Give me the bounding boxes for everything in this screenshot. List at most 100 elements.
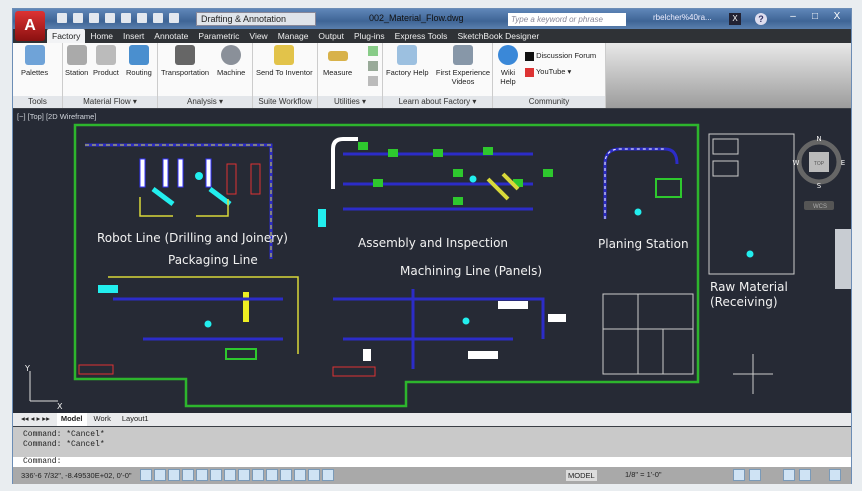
grid-toggle[interactable]	[168, 469, 180, 481]
product-button[interactable]: Product	[93, 45, 119, 77]
button-label: Discussion Forum	[536, 51, 597, 60]
first-experience-videos-button[interactable]: First Experience Videos	[435, 45, 491, 86]
measure-button[interactable]: Measure	[323, 45, 352, 77]
station-icon	[66, 45, 87, 65]
exchange-icon[interactable]: X	[729, 13, 741, 25]
viewcube[interactable]: TOP N S E W WCS	[793, 135, 846, 210]
polar-toggle[interactable]	[196, 469, 208, 481]
transparency-toggle[interactable]	[294, 469, 306, 481]
user-account[interactable]: rbelcher%40ra...	[653, 13, 712, 22]
drawing-viewport[interactable]: [−] [Top] [2D Wireframe] Robot Line (Dri…	[13, 109, 851, 413]
wiki-help-button[interactable]: Wiki Help	[496, 45, 520, 86]
raw-material-layout	[708, 133, 795, 394]
tab-factory[interactable]: Factory	[47, 29, 86, 43]
button-label: Station	[65, 68, 89, 77]
autocad-window: Drafting & Annotation 002_Material_Flow.…	[12, 8, 852, 484]
dyn-toggle[interactable]	[266, 469, 278, 481]
snap-toggle[interactable]	[154, 469, 166, 481]
tab-output[interactable]: Output	[313, 29, 349, 43]
area-label: Robot Line (Drilling and Joinery)	[97, 231, 288, 245]
tab-work[interactable]: Work	[90, 413, 115, 426]
navigation-bar[interactable]	[835, 229, 851, 289]
drawing-canvas: Robot Line (Drilling and Joinery) Packag…	[24, 123, 846, 411]
search-input[interactable]: Type a keyword or phrase	[508, 13, 626, 26]
quick-properties-toggle[interactable]	[308, 469, 320, 481]
annotation-scale[interactable]: 1/8" = 1'-0"	[625, 470, 662, 479]
utility-icon[interactable]	[368, 61, 378, 71]
tab-sketchbook-designer[interactable]: SketchBook Designer	[452, 29, 544, 43]
station-button[interactable]: Station	[65, 45, 88, 77]
status-bar: 336'-6 7/32", -8.49530E+02, 0'-0" MODEL …	[13, 467, 851, 484]
application-menu-button[interactable]: A	[15, 11, 45, 41]
lock-icon[interactable]	[749, 469, 761, 481]
hardware-acceleration-icon[interactable]	[783, 469, 795, 481]
otrack-toggle[interactable]	[238, 469, 250, 481]
routing-button[interactable]: Routing	[126, 45, 152, 77]
forum-icon	[525, 51, 534, 61]
tab-annotate[interactable]: Annotate	[149, 29, 193, 43]
area-label: Assembly and Inspection	[358, 236, 508, 250]
discussion-forum-link[interactable]: Discussion Forum	[525, 51, 596, 61]
button-label: Wiki Help	[500, 68, 516, 86]
viewport-controls[interactable]: [−] [Top] [2D Wireframe]	[17, 112, 96, 121]
maximize-button[interactable]: □	[805, 11, 825, 22]
tab-insert[interactable]: Insert	[118, 29, 149, 43]
tab-parametric[interactable]: Parametric	[193, 29, 244, 43]
isolate-objects-icon[interactable]	[799, 469, 811, 481]
utility-icon[interactable]	[368, 46, 378, 56]
viewcube-face: TOP	[814, 161, 825, 167]
area-label: Raw Material	[710, 280, 788, 294]
tab-express-tools[interactable]: Express Tools	[390, 29, 453, 43]
button-label: Send To Inventor	[256, 68, 313, 77]
command-input[interactable]: Command:	[13, 457, 851, 467]
model-space-button[interactable]: MODEL	[566, 470, 597, 481]
minimize-button[interactable]: –	[783, 11, 803, 22]
workspace-switch-icon[interactable]	[733, 469, 745, 481]
title-bar: Drafting & Annotation 002_Material_Flow.…	[13, 9, 851, 29]
tab-plugins[interactable]: Plug-ins	[349, 29, 390, 43]
ucs-y-label: Y	[24, 364, 30, 373]
3dosnap-toggle[interactable]	[224, 469, 236, 481]
tab-manage[interactable]: Manage	[273, 29, 314, 43]
transportation-button[interactable]: Transportation	[161, 45, 209, 77]
machine-button[interactable]: Machine	[217, 45, 245, 77]
workspace-dropdown[interactable]: Drafting & Annotation	[196, 12, 316, 26]
packaging-layout	[78, 276, 299, 375]
ribbon: Palettes Tools Station Product Routing M…	[13, 43, 851, 108]
selection-cycling-toggle[interactable]	[322, 469, 334, 481]
panel-label[interactable]: Learn about Factory ▾	[383, 96, 492, 108]
osnap-toggle[interactable]	[210, 469, 222, 481]
send-to-inventor-button[interactable]: Send To Inventor	[256, 45, 313, 77]
tab-home[interactable]: Home	[85, 29, 118, 43]
help-icon[interactable]: ?	[755, 13, 767, 25]
tab-model[interactable]: Model	[56, 413, 87, 426]
factory-help-button[interactable]: Factory Help	[386, 45, 429, 77]
tab-layout1[interactable]: Layout1	[118, 413, 153, 426]
ortho-toggle[interactable]	[182, 469, 194, 481]
clean-screen-icon[interactable]	[829, 469, 841, 481]
ducs-toggle[interactable]	[252, 469, 264, 481]
panel-label[interactable]: Utilities ▾	[318, 96, 382, 108]
close-button[interactable]: X	[827, 11, 847, 22]
ucs-icon	[29, 371, 58, 402]
panel-label[interactable]: Analysis ▾	[158, 96, 252, 108]
panel-community: Wiki Help Discussion Forum YouTube ▾ Com…	[493, 43, 606, 108]
command-line: Command: *Cancel*	[23, 430, 105, 439]
palettes-button[interactable]: Palettes	[21, 45, 48, 77]
calculator-icon[interactable]	[368, 76, 378, 86]
palettes-icon	[24, 45, 45, 65]
coordinate-readout: 336'-6 7/32", -8.49530E+02, 0'-0"	[21, 471, 132, 480]
quick-access-toolbar[interactable]	[57, 13, 179, 23]
tab-nav-arrows[interactable]: ◂◂ ◂ ▸ ▸▸	[17, 413, 54, 426]
infer-toggle[interactable]	[140, 469, 152, 481]
youtube-icon	[525, 67, 534, 77]
panel-tools: Palettes Tools	[13, 43, 63, 108]
button-label: Measure	[323, 68, 353, 77]
panel-label[interactable]: Material Flow ▾	[63, 96, 157, 108]
button-label: Factory Help	[386, 68, 429, 77]
youtube-link[interactable]: YouTube ▾	[525, 67, 571, 77]
lineweight-toggle[interactable]	[280, 469, 292, 481]
measure-icon	[327, 51, 348, 61]
tab-view[interactable]: View	[244, 29, 272, 43]
assembly-layout	[318, 137, 553, 227]
